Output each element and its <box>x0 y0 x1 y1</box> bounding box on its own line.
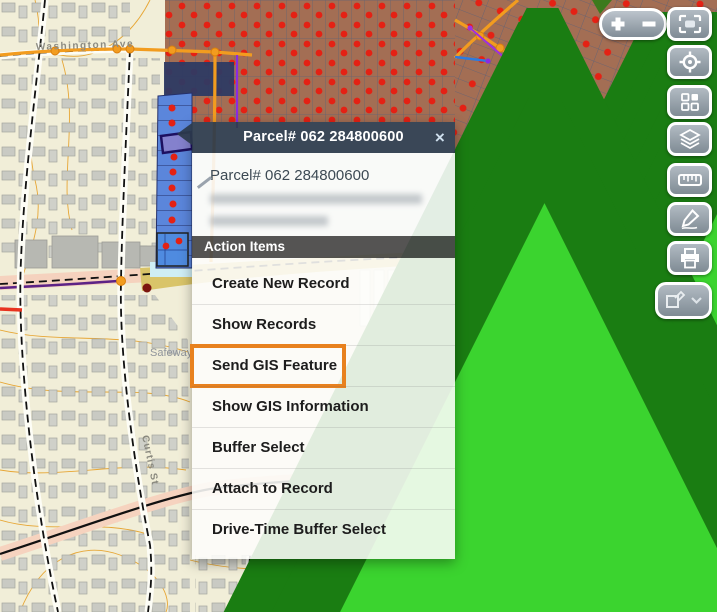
menu-item-show-gis-information[interactable]: Show GIS Information <box>192 386 455 427</box>
menu-item-label: Send GIS Feature <box>212 357 337 374</box>
popup-body: Parcel# 062 284800600 <box>192 153 455 236</box>
popup-title: Parcel# 062 284800600 <box>243 129 404 145</box>
menu-item-create-new-record[interactable]: Create New Record <box>192 264 455 304</box>
select-tools-dropdown-button[interactable] <box>655 282 712 319</box>
locate-button[interactable] <box>667 45 712 79</box>
action-items-menu: Create New Record Show Records Send GIS … <box>192 258 455 559</box>
zoom-control <box>599 8 667 40</box>
draw-button[interactable] <box>667 202 712 236</box>
gis-map-app: Washington Ave Curtis St Safeway Parcel#… <box>0 0 717 612</box>
plus-icon <box>610 16 626 32</box>
locate-target-icon <box>678 50 702 74</box>
basemap-grid-button[interactable] <box>667 85 712 119</box>
draw-pencil-icon <box>678 207 702 231</box>
basemap-grid-icon <box>679 91 701 113</box>
menu-item-send-gis-feature[interactable]: Send GIS Feature <box>192 345 455 386</box>
layers-icon <box>678 127 702 151</box>
menu-item-drive-time-buffer-select[interactable]: Drive-Time Buffer Select <box>192 509 455 550</box>
zoom-out-button[interactable] <box>633 11 664 37</box>
print-icon <box>678 247 702 269</box>
zoom-extent-icon <box>678 14 702 34</box>
poi-label-safeway: Safeway <box>150 347 193 359</box>
popup-leader-arrow <box>177 123 192 145</box>
blue-parcels-left <box>156 93 192 268</box>
redacted-address-line-1 <box>210 194 422 204</box>
zoom-in-button[interactable] <box>602 11 633 37</box>
measure-ruler-icon <box>677 171 703 189</box>
action-items-header: Action Items <box>192 236 455 258</box>
select-tools-dropdown-icon <box>664 290 704 312</box>
menu-item-buffer-select[interactable]: Buffer Select <box>192 427 455 468</box>
measure-button[interactable] <box>667 163 712 197</box>
minus-icon <box>641 16 657 32</box>
layers-button[interactable] <box>667 122 712 156</box>
popup-title-bar[interactable]: Parcel# 062 284800600 × <box>192 122 455 153</box>
parcel-number-text: Parcel# 062 284800600 <box>210 167 437 184</box>
print-button[interactable] <box>667 241 712 275</box>
close-icon[interactable]: × <box>435 122 445 153</box>
zoom-extent-button[interactable] <box>667 7 712 41</box>
redacted-address-line-2 <box>210 216 328 226</box>
menu-item-attach-to-record[interactable]: Attach to Record <box>192 468 455 509</box>
parcel-popup: Parcel# 062 284800600 × Parcel# 062 2848… <box>192 122 455 559</box>
menu-item-show-records[interactable]: Show Records <box>192 304 455 345</box>
